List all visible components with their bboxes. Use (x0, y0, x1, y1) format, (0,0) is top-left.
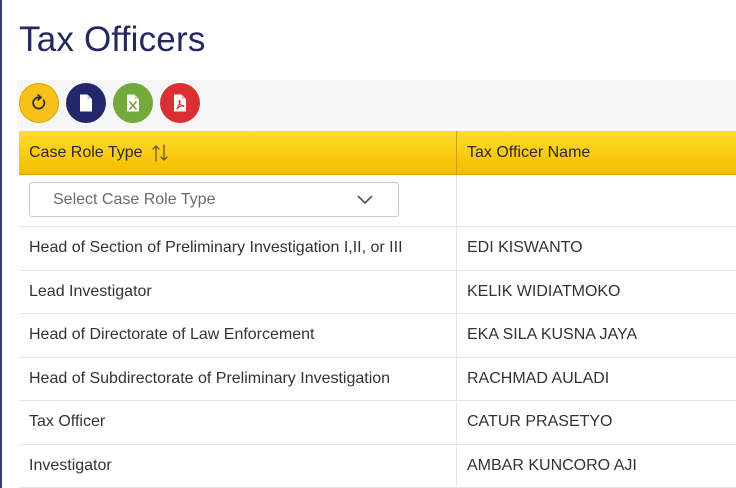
column-header-label: Case Role Type (29, 143, 143, 161)
column-header-label: Tax Officer Name (467, 143, 591, 161)
export-file-button[interactable] (66, 83, 106, 123)
table-row[interactable]: Investigator AMBAR KUNCORO AJI (19, 444, 736, 488)
cell-case-role-type: Head of Section of Preliminary Investiga… (19, 227, 457, 270)
chevron-down-icon (357, 195, 373, 204)
filter-cell (457, 175, 736, 226)
sort-icon[interactable] (151, 143, 169, 163)
cell-tax-officer-name: EKA SILA KUSNA JAYA (467, 326, 638, 344)
table-header: Case Role Type Tax Officer Name (19, 131, 736, 175)
filter-cell: Select Case Role Type (19, 175, 457, 226)
case-role-type-select[interactable]: Select Case Role Type (29, 182, 399, 217)
pdf-file-icon (174, 94, 186, 112)
cell-case-role-type: Lead Investigator (19, 270, 457, 313)
export-excel-button[interactable] (113, 83, 153, 123)
filter-row: Select Case Role Type (19, 175, 736, 227)
file-icon (80, 94, 92, 112)
table-row[interactable]: Head of Subdirectorate of Preliminary In… (19, 357, 736, 401)
toolbar (17, 80, 736, 128)
cell-case-role-type: Head of Directorate of Law Enforcement (19, 314, 457, 357)
cell-case-role-type: Investigator (19, 444, 457, 487)
cell-tax-officer-name: KELIK WIDIATMOKO (467, 282, 621, 300)
cell-tax-officer-name: AMBAR KUNCORO AJI (467, 456, 637, 474)
cell-tax-officer-name: EDI KISWANTO (467, 239, 583, 257)
select-placeholder: Select Case Role Type (53, 190, 216, 208)
column-header-tax-officer-name[interactable]: Tax Officer Name (457, 131, 736, 174)
cell-tax-officer-name: CATUR PRASETYO (467, 413, 613, 431)
cell-tax-officer-name: RACHMAD AULADI (467, 369, 610, 387)
table-row[interactable]: Head of Section of Preliminary Investiga… (19, 227, 736, 271)
column-header-case-role-type[interactable]: Case Role Type (19, 131, 457, 174)
refresh-button[interactable] (19, 83, 59, 123)
table-row[interactable]: Lead Investigator KELIK WIDIATMOKO (19, 270, 736, 314)
export-pdf-button[interactable] (160, 83, 200, 123)
excel-file-icon (127, 94, 139, 112)
tax-officers-table: Case Role Type Tax Officer Name Select C… (19, 131, 736, 488)
table-row[interactable]: Tax Officer CATUR PRASETYO (19, 401, 736, 445)
left-border (0, 0, 2, 488)
cell-case-role-type: Tax Officer (19, 401, 457, 444)
page-title: Tax Officers (19, 20, 206, 59)
table-row[interactable]: Head of Directorate of Law Enforcement E… (19, 314, 736, 358)
cell-case-role-type: Head of Subdirectorate of Preliminary In… (19, 357, 457, 400)
refresh-icon (32, 94, 46, 110)
